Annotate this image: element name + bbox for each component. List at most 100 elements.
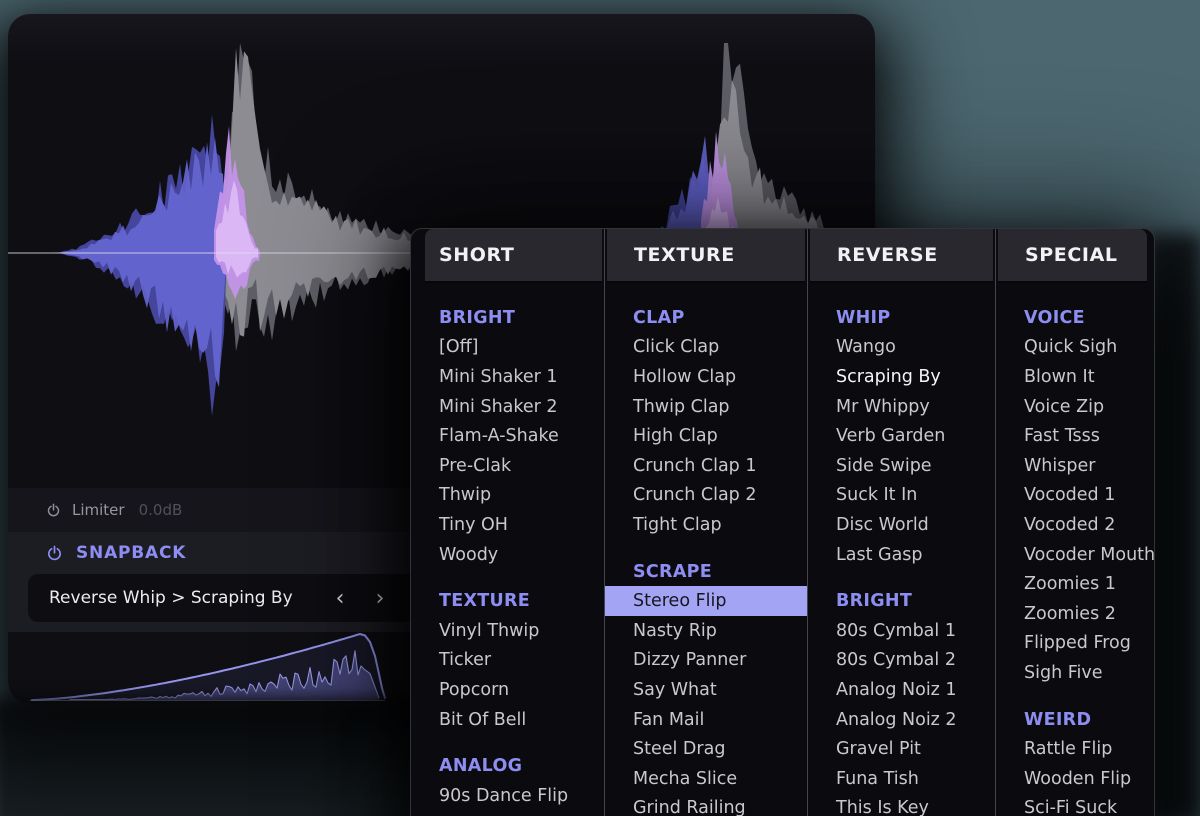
menu-column-body: WHIPWangoScraping ByMr WhippyVerb Garden…: [808, 283, 995, 816]
menu-item[interactable]: Mr Whippy: [808, 392, 995, 422]
menu-item[interactable]: 80s Cymbal 1: [808, 616, 995, 646]
menu-item[interactable]: Steel Drag: [605, 734, 807, 764]
menu-item[interactable]: 80s Cymbal 2: [808, 646, 995, 676]
menu-item[interactable]: [Off]: [411, 333, 604, 363]
menu-item[interactable]: Thwip: [411, 481, 604, 511]
menu-item[interactable]: High Clap: [605, 421, 807, 451]
menu-section: BRIGHT[Off]Mini Shaker 1Mini Shaker 2Fla…: [411, 303, 604, 569]
menu-item[interactable]: Funa Tish: [808, 764, 995, 794]
menu-item[interactable]: Zoomies 1: [996, 569, 1153, 599]
menu-item[interactable]: Woody: [411, 540, 604, 570]
menu-item[interactable]: Blown It: [996, 362, 1153, 392]
menu-item[interactable]: Vocoder Mouth: [996, 540, 1153, 570]
snapback-plugin-ui: Limiter 0.0dB SNAPBACK Reverse Whip > Sc…: [0, 0, 1200, 816]
menu-item[interactable]: Gravel Pit: [808, 734, 995, 764]
menu-item[interactable]: Mini Shaker 1: [411, 362, 604, 392]
menu-item[interactable]: Vocoded 2: [996, 510, 1153, 540]
menu-item[interactable]: Suck It In: [808, 481, 995, 511]
menu-item[interactable]: Analog Noiz 1: [808, 675, 995, 705]
category-label: ANALOG: [411, 751, 604, 781]
menu-item[interactable]: Ticker: [411, 646, 604, 676]
drop-shadow: [0, 698, 440, 816]
menu-item[interactable]: Wooden Flip: [996, 764, 1153, 794]
menu-item[interactable]: Hollow Clap: [605, 362, 807, 392]
menu-item[interactable]: Click Clap: [605, 333, 807, 363]
menu-item[interactable]: Pre-Clak: [411, 451, 604, 481]
menu-item[interactable]: Thwip Clap: [605, 392, 807, 422]
menu-section: VOICEQuick SighBlown ItVoice ZipFast Tss…: [996, 303, 1153, 688]
menu-section: SCRAPEStereo FlipNasty RipDizzy PannerSa…: [605, 557, 807, 816]
category-label: TEXTURE: [411, 586, 604, 616]
menu-item[interactable]: Quick Sigh: [996, 333, 1153, 363]
menu-section: WEIRDRattle FlipWooden FlipSci-Fi Suck: [996, 705, 1153, 816]
envelope-svg: [8, 626, 440, 704]
menu-column-body: VOICEQuick SighBlown ItVoice ZipFast Tss…: [996, 283, 1153, 816]
menu-item[interactable]: Fan Mail: [605, 705, 807, 735]
plugin-title: SNAPBACK: [76, 543, 186, 563]
next-preset-button[interactable]: ›: [368, 574, 392, 622]
menu-item-selected[interactable]: Stereo Flip: [605, 586, 807, 616]
power-icon[interactable]: [46, 503, 61, 518]
menu-item[interactable]: Crunch Clap 1: [605, 451, 807, 481]
menu-item[interactable]: Voice Zip: [996, 392, 1153, 422]
waveform-display-left: [8, 14, 440, 488]
menu-item[interactable]: Bit Of Bell: [411, 705, 604, 735]
category-label: CLAP: [605, 303, 807, 333]
menu-item[interactable]: This Is Key: [808, 794, 995, 816]
menu-item[interactable]: Popcorn: [411, 675, 604, 705]
menu-column-header: TEXTURE: [607, 229, 805, 283]
category-label: VOICE: [996, 303, 1153, 333]
menu-section: WHIPWangoScraping ByMr WhippyVerb Garden…: [808, 303, 995, 569]
menu-item[interactable]: Rattle Flip: [996, 734, 1153, 764]
menu-item[interactable]: Flipped Frog: [996, 629, 1153, 659]
preset-selector-value[interactable]: Reverse Whip > Scraping By: [49, 588, 293, 608]
menu-item[interactable]: Dizzy Panner: [605, 646, 807, 676]
envelope-display: [8, 626, 440, 704]
category-label: WHIP: [808, 303, 995, 333]
menu-item[interactable]: Say What: [605, 675, 807, 705]
menu-column-header: REVERSE: [810, 229, 993, 283]
menu-item-active[interactable]: Scraping By: [808, 362, 995, 392]
menu-column-reverse: REVERSE WHIPWangoScraping ByMr WhippyVerb…: [808, 229, 996, 816]
drop-shadow: [1148, 234, 1200, 816]
menu-item[interactable]: Verb Garden: [808, 421, 995, 451]
menu-item[interactable]: Vinyl Thwip: [411, 616, 604, 646]
menu-item[interactable]: Crunch Clap 2: [605, 481, 807, 511]
menu-item[interactable]: Last Gasp: [808, 540, 995, 570]
category-label: SCRAPE: [605, 557, 807, 587]
limiter-value[interactable]: 0.0dB: [139, 501, 183, 519]
menu-item[interactable]: Flam-A-Shake: [411, 421, 604, 451]
menu-column-header: SPECIAL: [998, 229, 1147, 283]
waveform-left-svg: [8, 14, 440, 488]
menu-item[interactable]: Tiny OH: [411, 510, 604, 540]
menu-item[interactable]: Sigh Five: [996, 658, 1153, 688]
menu-item[interactable]: Zoomies 2: [996, 599, 1153, 629]
menu-item[interactable]: Side Swipe: [808, 451, 995, 481]
menu-column-body: CLAPClick ClapHollow ClapThwip ClapHigh …: [605, 283, 807, 816]
menu-section: BRIGHT80s Cymbal 180s Cymbal 2Analog Noi…: [808, 586, 995, 816]
menu-item[interactable]: Grind Railing: [605, 794, 807, 816]
menu-item[interactable]: Mecha Slice: [605, 764, 807, 794]
menu-item[interactable]: Mini Shaker 2: [411, 392, 604, 422]
menu-item[interactable]: Disc World: [808, 510, 995, 540]
menu-item[interactable]: Vocoded 1: [996, 481, 1153, 511]
menu-item[interactable]: Whisper: [996, 451, 1153, 481]
category-label: WEIRD: [996, 705, 1153, 735]
menu-column-body: BRIGHT[Off]Mini Shaker 1Mini Shaker 2Fla…: [411, 283, 604, 811]
menu-item[interactable]: Wango: [808, 333, 995, 363]
menu-item[interactable]: Sci-Fi Suck: [996, 794, 1153, 816]
menu-item[interactable]: 90s Dance Flip: [411, 781, 604, 811]
preset-menu: SHORTBRIGHT[Off]Mini Shaker 1Mini Shaker…: [410, 228, 1155, 816]
menu-item[interactable]: Analog Noiz 2: [808, 705, 995, 735]
previous-preset-button[interactable]: ‹: [328, 574, 352, 622]
menu-item[interactable]: Tight Clap: [605, 510, 807, 540]
menu-column-short: SHORTBRIGHT[Off]Mini Shaker 1Mini Shaker…: [411, 229, 605, 816]
menu-section: CLAPClick ClapHollow ClapThwip ClapHigh …: [605, 303, 807, 540]
menu-item[interactable]: Nasty Rip: [605, 616, 807, 646]
power-icon[interactable]: [46, 545, 63, 562]
category-label: BRIGHT: [808, 586, 995, 616]
menu-section: ANALOG90s Dance Flip: [411, 751, 604, 810]
limiter-label: Limiter: [72, 501, 125, 519]
menu-item[interactable]: Fast Tsss: [996, 421, 1153, 451]
menu-column-texture: TEXTURE CLAPClick ClapHollow ClapThwip Cl…: [605, 229, 808, 816]
